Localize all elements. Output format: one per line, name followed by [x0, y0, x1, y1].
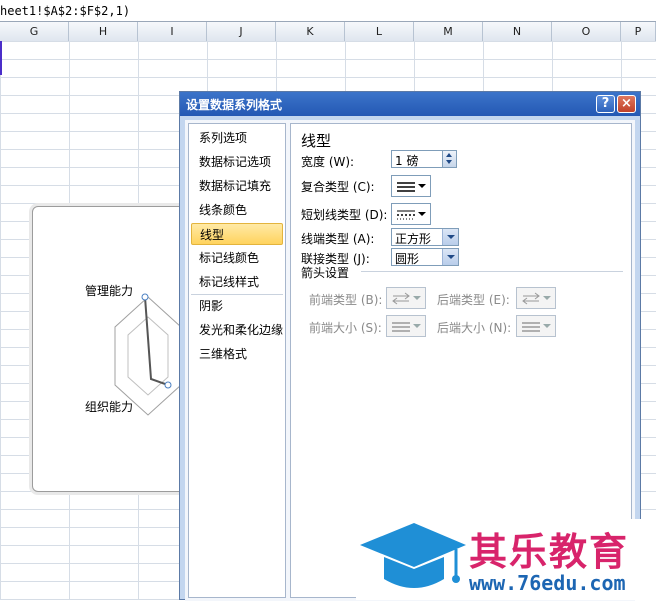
chevron-down-icon	[413, 324, 421, 328]
category-list: 系列选项 数据标记选项 数据标记填充 线条颜色 线型 标记线颜色 标记线样式 阴…	[188, 123, 286, 598]
begin-type-label: 前端类型 (B):	[309, 293, 383, 307]
chevron-down-icon	[418, 184, 426, 188]
end-size-dropdown[interactable]	[516, 315, 556, 337]
radar-series-line	[144, 296, 169, 386]
chevron-down-icon	[543, 324, 551, 328]
nav-item-series-options[interactable]: 系列选项	[191, 127, 283, 149]
column-header-o[interactable]: O	[552, 22, 621, 41]
end-type-label: 后端类型 (E):	[437, 293, 510, 307]
section-divider	[361, 271, 623, 272]
spin-up-icon[interactable]	[446, 153, 452, 157]
help-icon[interactable]: ?	[596, 95, 615, 113]
dialog-titlebar[interactable]: 设置数据系列格式 ? ×	[180, 92, 640, 116]
chart-label-management: 管理能力	[85, 284, 134, 298]
watermark-brand: 其乐教育	[469, 530, 630, 574]
arrow-size-icon	[392, 322, 410, 332]
compound-line-icon	[397, 182, 415, 192]
watermark-url: www.76edu.com	[469, 571, 626, 595]
nav-item-marker-line-style[interactable]: 标记线样式	[191, 271, 283, 293]
watermark: 其乐教育 www.76edu.com	[356, 519, 656, 600]
nav-item-marker-options[interactable]: 数据标记选项	[191, 151, 283, 173]
width-label: 宽度 (W):	[301, 155, 355, 169]
formula-text: heet1!$A$2:$F$2,1)	[0, 4, 131, 18]
chart-label-organization: 组织能力	[85, 400, 134, 414]
arrow-type-icon	[392, 292, 410, 305]
begin-size-label: 前端大小 (S):	[309, 321, 382, 335]
radar-chart	[114, 293, 182, 416]
width-value: 1 磅	[395, 154, 419, 168]
column-header-n[interactable]: N	[483, 22, 552, 41]
close-icon[interactable]: ×	[617, 95, 636, 113]
nav-item-marker-line-color[interactable]: 标记线颜色	[191, 247, 283, 269]
chevron-down-icon	[413, 296, 421, 300]
compound-type-label: 复合类型 (C):	[301, 180, 375, 194]
nav-item-line-style[interactable]: 线型	[191, 223, 283, 245]
formula-bar[interactable]: heet1!$A$2:$F$2,1)	[0, 0, 656, 22]
dialog-title: 设置数据系列格式	[186, 98, 283, 112]
begin-type-dropdown[interactable]	[386, 287, 426, 309]
column-header-g[interactable]: G	[0, 22, 69, 41]
end-type-dropdown[interactable]	[516, 287, 556, 309]
graduation-cap-icon	[360, 523, 466, 588]
column-header-i[interactable]: I	[138, 22, 207, 41]
dash-line-icon	[397, 210, 415, 220]
dash-type-dropdown[interactable]	[391, 203, 431, 225]
width-spinner[interactable]: 1 磅	[391, 150, 457, 168]
arrow-settings-heading: 箭头设置	[301, 266, 350, 280]
join-type-value: 圆形	[395, 252, 420, 266]
nav-item-line-color[interactable]: 线条颜色	[191, 199, 283, 221]
cell-selection	[0, 41, 2, 75]
column-header-m[interactable]: M	[414, 22, 483, 41]
join-type-select[interactable]: 圆形	[391, 248, 459, 266]
chevron-down-icon	[418, 212, 426, 216]
nav-item-shadow[interactable]: 阴影	[191, 295, 283, 317]
column-header-h[interactable]: H	[69, 22, 138, 41]
cap-type-label: 线端类型 (A):	[301, 232, 375, 246]
dash-type-label: 短划线类型 (D):	[301, 208, 388, 222]
spinner-buttons[interactable]	[442, 151, 456, 167]
radar-point	[164, 381, 172, 389]
end-size-label: 后端大小 (N):	[437, 321, 512, 335]
chevron-down-icon[interactable]	[442, 229, 458, 245]
arrow-size-icon	[522, 322, 540, 332]
nav-item-marker-fill[interactable]: 数据标记填充	[191, 175, 283, 197]
cap-type-select[interactable]: 正方形	[391, 228, 459, 246]
compound-type-dropdown[interactable]	[391, 175, 431, 197]
chevron-down-icon[interactable]	[442, 249, 458, 265]
chevron-down-icon	[543, 296, 551, 300]
column-header-p[interactable]: P	[621, 22, 656, 41]
panel-title: 线型	[301, 132, 332, 150]
column-header-j[interactable]: J	[207, 22, 276, 41]
spin-down-icon[interactable]	[446, 160, 452, 164]
column-headers: G H I J K L M N O P	[0, 22, 656, 42]
cap-type-value: 正方形	[395, 232, 432, 246]
column-header-l[interactable]: L	[345, 22, 414, 41]
radar-point	[141, 293, 149, 301]
arrow-type-icon	[522, 292, 540, 305]
nav-item-glow-soft-edges[interactable]: 发光和柔化边缘	[191, 319, 283, 341]
column-header-k[interactable]: K	[276, 22, 345, 41]
nav-item-3d-format[interactable]: 三维格式	[191, 343, 283, 365]
begin-size-dropdown[interactable]	[386, 315, 426, 337]
